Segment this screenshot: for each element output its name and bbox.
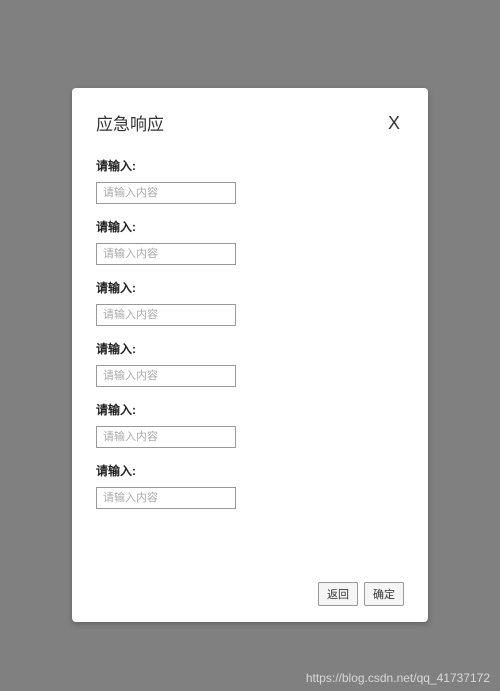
modal-dialog: 应急响应 X 请输入: 请输入: 请输入: 请输入: 请输入: 请输入: 返回 … [72,88,428,622]
input-label: 请输入: [96,340,404,357]
text-input[interactable] [96,487,236,509]
text-input[interactable] [96,182,236,204]
form-group: 请输入: [96,279,404,326]
back-button[interactable]: 返回 [318,582,358,606]
watermark-text: https://blog.csdn.net/qq_41737172 [306,671,490,685]
input-label: 请输入: [96,462,404,479]
modal-footer: 返回 确定 [318,582,404,606]
form-group: 请输入: [96,218,404,265]
confirm-button[interactable]: 确定 [364,582,404,606]
input-label: 请输入: [96,218,404,235]
modal-title: 应急响应 [96,110,164,135]
text-input[interactable] [96,365,236,387]
text-input[interactable] [96,243,236,265]
modal-header: 应急响应 X [96,110,404,135]
close-icon[interactable]: X [384,112,404,134]
form-group: 请输入: [96,462,404,509]
form-group: 请输入: [96,340,404,387]
input-label: 请输入: [96,279,404,296]
form-group: 请输入: [96,157,404,204]
form-group: 请输入: [96,401,404,448]
input-label: 请输入: [96,401,404,418]
text-input[interactable] [96,304,236,326]
text-input[interactable] [96,426,236,448]
input-label: 请输入: [96,157,404,174]
